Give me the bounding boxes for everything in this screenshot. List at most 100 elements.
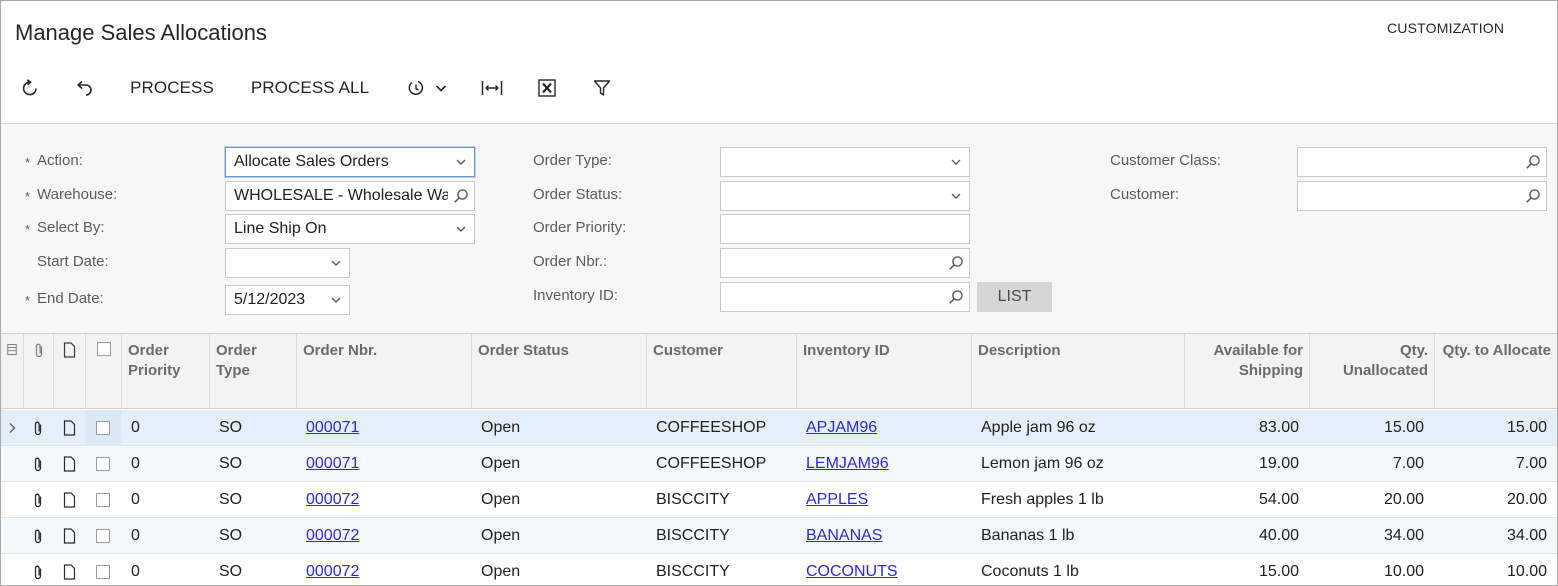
col-description[interactable]: Description <box>971 334 1184 409</box>
cell-order-type: SO <box>219 419 243 436</box>
paperclip-icon[interactable] <box>23 482 53 518</box>
filter-panel: * Action: Allocate Sales Orders * Wareho… <box>1 123 1557 333</box>
table-row[interactable]: 0 SO 000072 Open BISCCITY BANANAS Banana… <box>1 518 1557 554</box>
col-inventory-id[interactable]: Inventory ID <box>796 334 971 409</box>
table-row[interactable]: 0 SO 000071 Open COFFEESHOP LEMJAM96 Lem… <box>1 446 1557 482</box>
end-date-field[interactable]: 5/12/2023 <box>225 285 350 315</box>
order-type-label: Order Type: <box>533 152 612 169</box>
col-order-nbr[interactable]: Order Nbr. <box>296 334 471 409</box>
process-all-button[interactable]: PROCESS ALL <box>245 69 375 107</box>
inventory-id-link[interactable]: LEMJAM96 <box>806 455 889 472</box>
notes-header[interactable] <box>53 334 85 409</box>
customization-menu[interactable]: CUSTOMIZATION <box>1387 20 1504 36</box>
select-all-header[interactable] <box>85 334 121 409</box>
customer-class-field[interactable] <box>1297 147 1547 177</box>
table-row[interactable]: 0 SO 000072 Open BISCCITY COCONUTS Cocon… <box>1 554 1557 585</box>
order-nbr-link[interactable]: 000072 <box>306 491 359 508</box>
paperclip-icon[interactable] <box>23 410 53 446</box>
search-icon[interactable] <box>1520 148 1546 176</box>
cell-order-status: Open <box>481 563 521 580</box>
col-order-status[interactable]: Order Status <box>471 334 646 409</box>
cell-qty-to-allocate[interactable]: 34.00 <box>1434 518 1557 554</box>
col-customer[interactable]: Customer <box>646 334 796 409</box>
cell-order-status: Open <box>481 419 521 436</box>
row-checkbox-cell[interactable] <box>85 482 121 518</box>
search-icon[interactable] <box>943 283 969 311</box>
search-icon[interactable] <box>943 249 969 277</box>
select-all-checkbox[interactable] <box>96 342 111 356</box>
cell-description: Lemon jam 96 oz <box>981 455 1104 472</box>
row-checkbox-cell[interactable] <box>85 554 121 585</box>
process-button[interactable]: PROCESS <box>125 69 219 107</box>
warehouse-field[interactable]: WHOLESALE - Wholesale Wa <box>225 181 475 211</box>
order-type-select[interactable] <box>720 147 970 177</box>
col-order-priority[interactable]: Order Priority <box>121 334 209 409</box>
order-nbr-link[interactable]: 000072 <box>306 527 359 544</box>
filter-button[interactable] <box>589 69 615 107</box>
cell-qty-to-allocate[interactable]: 10.00 <box>1434 554 1557 585</box>
refresh-button[interactable] <box>13 69 47 107</box>
attachments-header[interactable] <box>23 334 53 409</box>
inventory-id-link[interactable]: APJAM96 <box>806 419 877 436</box>
row-checkbox-cell[interactable] <box>85 518 121 554</box>
paperclip-icon[interactable] <box>23 554 53 585</box>
select-by-select[interactable]: Line Ship On <box>225 214 475 244</box>
cell-qty-to-allocate[interactable]: 15.00 <box>1434 410 1557 446</box>
chevron-down-icon[interactable] <box>323 286 349 314</box>
chevron-down-icon[interactable] <box>943 148 969 176</box>
order-nbr-field[interactable] <box>720 248 970 278</box>
row-checkbox[interactable] <box>96 529 110 543</box>
list-button[interactable]: LIST <box>977 282 1052 312</box>
table-row[interactable]: 0 SO 000072 Open BISCCITY APPLES Fresh a… <box>1 482 1557 518</box>
order-nbr-link[interactable]: 000072 <box>306 563 359 580</box>
order-priority-field[interactable] <box>720 214 970 244</box>
action-select[interactable]: Allocate Sales Orders <box>225 147 475 177</box>
cell-customer: COFFEESHOP <box>656 455 767 472</box>
order-nbr-link[interactable]: 000071 <box>306 419 359 436</box>
note-icon[interactable] <box>53 410 85 446</box>
required-marker: * <box>25 293 31 308</box>
row-checkbox[interactable] <box>96 565 110 579</box>
export-excel-button[interactable] <box>533 69 561 107</box>
row-checkbox[interactable] <box>96 457 110 471</box>
fit-columns-button[interactable] <box>477 69 507 107</box>
cell-available: 19.00 <box>1258 455 1299 472</box>
chevron-down-icon[interactable] <box>943 182 969 210</box>
row-checkbox[interactable] <box>96 493 110 507</box>
column-settings-header[interactable] <box>1 334 23 409</box>
paperclip-icon[interactable] <box>23 446 53 482</box>
schedule-menu-button[interactable] <box>399 69 455 107</box>
inventory-id-field[interactable] <box>720 282 970 312</box>
chevron-down-icon[interactable] <box>323 249 349 277</box>
note-icon[interactable] <box>53 446 85 482</box>
row-checkbox[interactable] <box>96 421 110 435</box>
row-checkbox-cell[interactable] <box>85 410 121 446</box>
note-icon[interactable] <box>53 518 85 554</box>
order-nbr-link[interactable]: 000071 <box>306 455 359 472</box>
col-qty-to-allocate[interactable]: Qty. to Allocate <box>1434 334 1557 409</box>
order-status-select[interactable] <box>720 181 970 211</box>
cell-qty-to-allocate[interactable]: 20.00 <box>1434 482 1557 518</box>
col-qty-unallocated[interactable]: Qty. Unallocated <box>1309 334 1434 409</box>
paperclip-icon[interactable] <box>23 518 53 554</box>
search-icon[interactable] <box>448 182 474 210</box>
search-icon[interactable] <box>1520 182 1546 210</box>
start-date-field[interactable] <box>225 248 350 278</box>
note-icon[interactable] <box>53 482 85 518</box>
row-checkbox-cell[interactable] <box>85 446 121 482</box>
inventory-id-link[interactable]: BANANAS <box>806 527 882 544</box>
chevron-down-icon[interactable] <box>448 148 474 176</box>
table-row[interactable]: 0 SO 000071 Open COFFEESHOP APJAM96 Appl… <box>1 410 1557 446</box>
cell-qty-to-allocate[interactable]: 7.00 <box>1434 446 1557 482</box>
row-selector-icon[interactable] <box>1 410 23 446</box>
required-marker: * <box>25 155 31 170</box>
customer-field[interactable] <box>1297 181 1547 211</box>
inventory-id-link[interactable]: APPLES <box>806 491 868 508</box>
col-order-type[interactable]: Order Type <box>209 334 296 409</box>
chevron-down-icon[interactable] <box>448 215 474 243</box>
col-available-for-shipping[interactable]: Available for Shipping <box>1184 334 1309 409</box>
cell-order-priority: 0 <box>131 455 140 472</box>
inventory-id-link[interactable]: COCONUTS <box>806 563 898 580</box>
note-icon[interactable] <box>53 554 85 585</box>
undo-button[interactable] <box>67 69 101 107</box>
